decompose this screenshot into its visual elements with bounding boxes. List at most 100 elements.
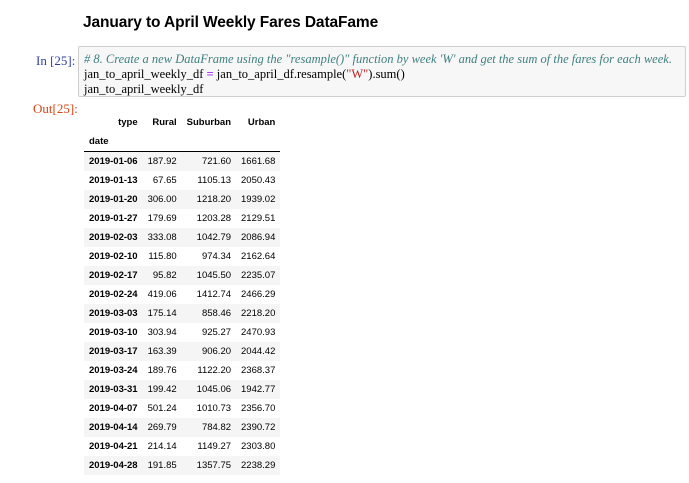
cell-urban: 2390.72 xyxy=(241,422,276,433)
code-line-resample: jan_to_april_weekly_df = jan_to_april_df… xyxy=(84,67,685,82)
cell-rural: 199.42 xyxy=(147,384,177,395)
dataframe-index-name-row: date xyxy=(84,132,281,152)
row-index-date: 2019-04-07 xyxy=(89,403,138,414)
cell-suburban: 1105.13 xyxy=(197,175,232,186)
table-row: 2019-04-14 269.79 784.82 2390.72 xyxy=(84,418,281,437)
cell-suburban: 1042.79 xyxy=(196,232,232,243)
cell-rural: 501.24 xyxy=(147,403,177,414)
cell-suburban: 906.20 xyxy=(201,346,232,357)
row-index-date: 2019-03-10 xyxy=(89,327,138,338)
row-index-date: 2019-03-31 xyxy=(89,384,138,395)
cell-rural: 306.00 xyxy=(147,194,177,205)
cell-urban: 2303.80 xyxy=(241,441,276,452)
cell-rural: 269.79 xyxy=(147,422,177,433)
table-row: 2019-01-20 306.00 1218.20 1939.02 xyxy=(84,190,281,209)
table-row: 2019-02-10 115.80 974.34 2162.64 xyxy=(84,247,280,266)
columns-name-label: type xyxy=(118,117,138,128)
code-operator: = xyxy=(206,67,214,81)
cell-rural: 175.14 xyxy=(147,308,177,319)
table-row: 2019-02-17 95.82 1045.50 2235.07 xyxy=(84,266,281,285)
table-row: 2019-01-06 187.92 721.60 1661.68 xyxy=(84,151,281,171)
table-row: 2019-03-03 175.14 858.46 2218.20 xyxy=(84,304,281,323)
cell-suburban: 784.82 xyxy=(201,422,232,433)
cell-rural: 115.80 xyxy=(148,251,177,262)
table-row: 2019-02-24 419.06 1412.74 2466.29 xyxy=(84,285,280,304)
cell-urban: 2356.70 xyxy=(241,403,276,414)
cell-urban: 2218.20 xyxy=(241,308,276,319)
row-index-date: 2019-01-06 xyxy=(89,156,138,167)
table-row: 2019-02-03 333.08 1042.79 2086.94 xyxy=(84,228,281,247)
cell-suburban: 1045.06 xyxy=(196,384,232,395)
cell-suburban: 721.60 xyxy=(201,156,232,167)
row-index-date: 2019-03-03 xyxy=(89,308,138,319)
row-index-date: 2019-01-20 xyxy=(89,194,138,205)
cell-urban: 2368.37 xyxy=(241,365,276,376)
column-header-rural: Rural xyxy=(152,117,177,128)
table-row: 2019-01-27 179.69 1203.28 2129.51 xyxy=(84,209,280,228)
column-header-suburban: Suburban xyxy=(186,117,232,128)
cell-suburban: 1218.20 xyxy=(196,194,232,205)
row-index-date: 2019-02-03 xyxy=(89,232,138,243)
code-line-comment: # 8. Create a new DataFrame using the "r… xyxy=(84,52,685,67)
cell-suburban: 1357.75 xyxy=(196,460,232,471)
cell-rural: 191.85 xyxy=(147,460,177,471)
table-row: 2019-03-24 189.76 1122.20 2368.37 xyxy=(84,361,280,380)
cell-suburban: 1149.27 xyxy=(197,441,232,452)
cell-suburban: 925.27 xyxy=(201,327,232,338)
row-index-date: 2019-02-24 xyxy=(89,289,138,300)
cell-rural: 303.94 xyxy=(147,327,177,338)
cell-rural: 189.76 xyxy=(147,365,177,376)
code-text: jan_to_april_weekly_df xyxy=(84,82,204,96)
row-index-date: 2019-03-24 xyxy=(89,365,138,376)
cell-urban: 1939.02 xyxy=(241,194,276,205)
cell-urban: 2044.42 xyxy=(241,346,276,357)
cell-urban: 2162.64 xyxy=(241,251,276,262)
column-header-urban: Urban xyxy=(247,117,276,128)
cell-rural: 163.39 xyxy=(147,346,177,357)
row-index-date: 2019-02-17 xyxy=(89,270,138,281)
code-cell-editor[interactable]: # 8. Create a new DataFrame using the "r… xyxy=(78,46,686,97)
dataframe-header-row: type Rural Suburban Urban xyxy=(84,113,280,132)
table-row: 2019-04-21 214.14 1149.27 2303.80 xyxy=(84,437,280,456)
cell-suburban: 1045.50 xyxy=(196,270,232,281)
row-index-date: 2019-01-13 xyxy=(89,175,138,186)
input-prompt: In [25]: xyxy=(36,53,76,68)
row-index-date: 2019-04-14 xyxy=(89,422,138,433)
dataframe-body: 2019-01-06 187.92 721.60 1661.68 2019-01-13 6… xyxy=(84,151,281,475)
code-text: jan_to_april_weekly_df xyxy=(84,67,207,81)
code-string: "W" xyxy=(346,67,369,81)
code-comment: # 8. Create a new DataFrame using the "r… xyxy=(84,52,672,66)
row-index-date: 2019-04-21 xyxy=(89,441,138,452)
cell-urban: 2050.43 xyxy=(241,175,276,186)
row-index-date: 2019-01-27 xyxy=(89,213,138,224)
cell-suburban: 1010.73 xyxy=(196,403,232,414)
table-row: 2019-03-10 303.94 925.27 2470.93 xyxy=(84,323,280,342)
cell-urban: 1661.68 xyxy=(241,156,276,167)
code-text: ).sum() xyxy=(368,67,405,81)
cell-urban: 2238.29 xyxy=(241,460,276,471)
cell-rural: 95.82 xyxy=(152,270,177,281)
output-prompt: Out[25]: xyxy=(33,101,78,116)
table-row: 2019-03-31 199.42 1045.06 1942.77 xyxy=(84,380,281,399)
table-row: 2019-04-28 191.85 1357.75 2238.29 xyxy=(84,456,281,475)
markdown-heading: January to April Weekly Fares DataFame xyxy=(83,14,379,31)
cell-rural: 214.14 xyxy=(147,441,177,452)
table-row: 2019-01-13 67.65 1105.13 2050.43 xyxy=(84,171,280,190)
cell-urban: 1942.77 xyxy=(241,384,276,395)
row-index-date: 2019-02-10 xyxy=(89,251,138,262)
row-index-date: 2019-04-28 xyxy=(89,460,138,471)
table-row: 2019-03-17 163.39 906.20 2044.42 xyxy=(84,342,281,361)
cell-rural: 419.06 xyxy=(147,289,177,300)
cell-urban: 2235.07 xyxy=(241,270,276,281)
cell-suburban: 974.34 xyxy=(201,251,232,262)
cell-rural: 333.08 xyxy=(147,232,177,243)
cell-suburban: 1203.28 xyxy=(196,213,232,224)
table-row: 2019-04-07 501.24 1010.73 2356.70 xyxy=(84,399,280,418)
cell-suburban: 1122.20 xyxy=(197,365,232,376)
cell-rural: 179.69 xyxy=(147,213,177,224)
code-line-display: jan_to_april_weekly_df xyxy=(84,82,685,97)
cell-rural: 67.65 xyxy=(152,175,177,186)
cell-urban: 2470.93 xyxy=(241,327,276,338)
cell-urban: 2086.94 xyxy=(241,232,276,243)
cell-suburban: 858.46 xyxy=(201,308,232,319)
